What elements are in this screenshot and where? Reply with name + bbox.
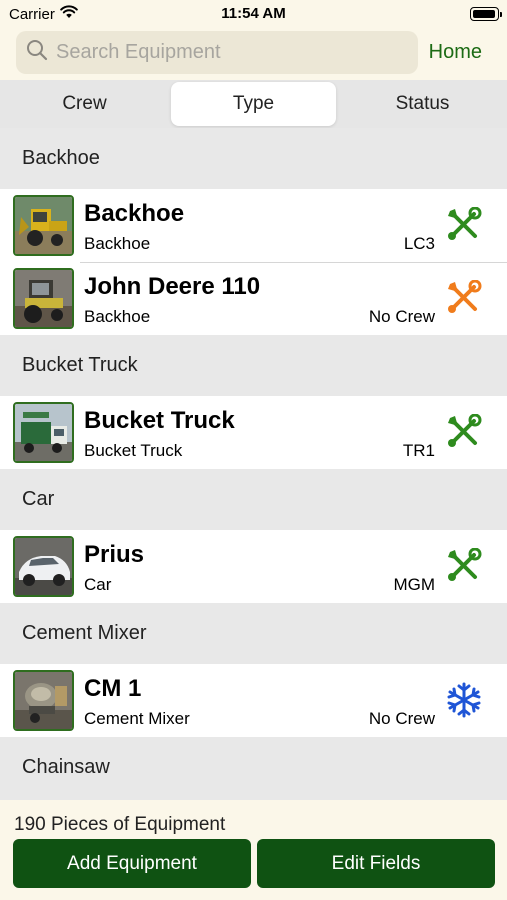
equipment-type: Bucket Truck bbox=[84, 441, 183, 460]
equipment-count: 190 Pieces of Equipment bbox=[14, 814, 226, 835]
equipment-crew: LC3 bbox=[403, 234, 435, 253]
equipment-name: Backhoe bbox=[84, 200, 185, 227]
equipment-row[interactable]: Prius Car MGM bbox=[0, 530, 507, 603]
equipment-row[interactable]: John Deere 110 Backhoe No Crew bbox=[0, 262, 507, 335]
equipment-row[interactable]: Backhoe Backhoe LC3 bbox=[0, 189, 507, 262]
section-header-cement-mixer: Cement Mixer bbox=[0, 603, 507, 664]
wrench-screwdriver-icon bbox=[448, 414, 482, 447]
snowflake-icon bbox=[447, 682, 481, 718]
equipment-crew: TR1 bbox=[402, 441, 435, 460]
section-header-car: Car bbox=[0, 469, 507, 530]
group-by-segmented-control: Crew Type Status bbox=[0, 80, 507, 128]
segment-crew[interactable]: Crew bbox=[2, 82, 167, 126]
equipment-thumbnail bbox=[13, 670, 74, 731]
edit-fields-button[interactable]: Edit Fields bbox=[257, 839, 495, 888]
status-bar: Carrier 11:54 AM bbox=[0, 0, 507, 28]
battery-icon bbox=[470, 7, 502, 21]
equipment-crew: MGM bbox=[393, 575, 435, 594]
equipment-type: Backhoe bbox=[84, 307, 151, 326]
search-input[interactable] bbox=[56, 41, 396, 64]
footer: 190 Pieces of Equipment Add Equipment Ed… bbox=[0, 800, 507, 900]
wrench-screwdriver-icon bbox=[448, 280, 482, 313]
home-link[interactable]: Home bbox=[429, 41, 482, 64]
equipment-name: CM 1 bbox=[84, 675, 142, 702]
add-equipment-button[interactable]: Add Equipment bbox=[13, 839, 251, 888]
search-icon bbox=[26, 39, 48, 66]
equipment-type: Backhoe bbox=[84, 234, 151, 253]
search-header: Home bbox=[0, 28, 507, 80]
equipment-name: Bucket Truck bbox=[84, 407, 235, 434]
wrench-screwdriver-icon bbox=[448, 207, 482, 240]
section-header-backhoe: Backhoe bbox=[0, 128, 507, 189]
segment-status[interactable]: Status bbox=[340, 82, 505, 126]
equipment-type: Cement Mixer bbox=[84, 709, 190, 728]
segment-type[interactable]: Type bbox=[171, 82, 336, 126]
wrench-screwdriver-icon bbox=[448, 548, 482, 581]
search-bar[interactable] bbox=[16, 31, 418, 74]
equipment-name: Prius bbox=[84, 541, 145, 568]
section-header-bucket-truck: Bucket Truck bbox=[0, 335, 507, 396]
section-header-chainsaw: Chainsaw bbox=[0, 737, 507, 798]
equipment-type: Car bbox=[84, 575, 112, 594]
equipment-row[interactable]: CM 1 Cement Mixer No Crew bbox=[0, 664, 507, 737]
equipment-crew: No Crew bbox=[368, 709, 435, 728]
equipment-list[interactable]: Backhoe Backhoe Backhoe LC3 John Deere 1… bbox=[0, 128, 507, 800]
equipment-name: John Deere 110 bbox=[84, 273, 261, 300]
clock: 11:54 AM bbox=[221, 5, 286, 22]
equipment-row[interactable]: Bucket Truck Bucket Truck TR1 bbox=[0, 396, 507, 469]
equipment-thumbnail bbox=[13, 268, 74, 329]
equipment-thumbnail bbox=[13, 402, 74, 463]
equipment-crew: No Crew bbox=[368, 307, 435, 326]
equipment-thumbnail bbox=[13, 536, 74, 597]
equipment-thumbnail bbox=[13, 195, 74, 256]
